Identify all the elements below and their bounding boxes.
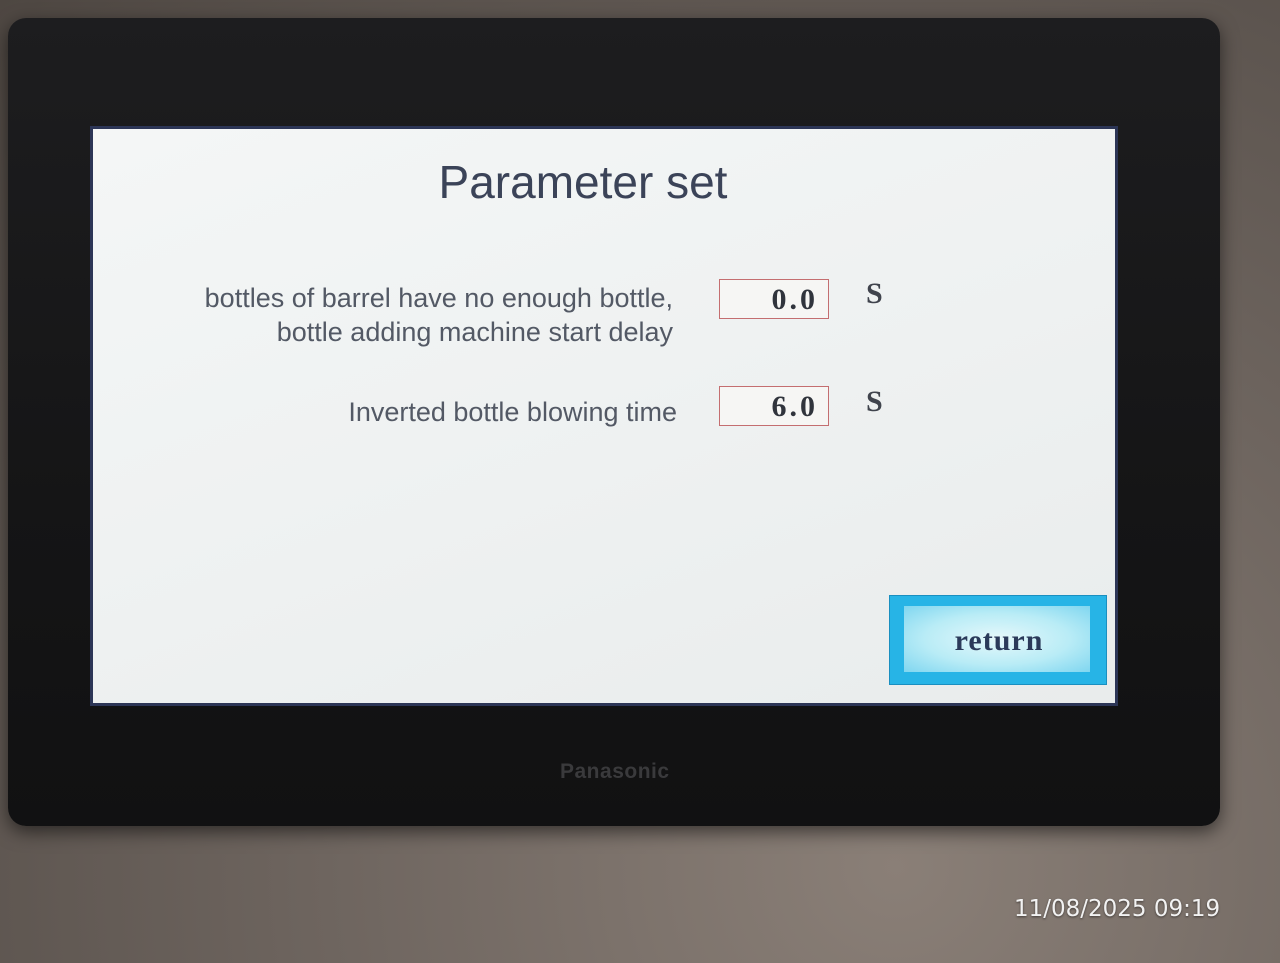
start-delay-input[interactable]: 0.0 [719,279,829,319]
photo-timestamp: 11/08/2025 09:19 [1014,896,1221,922]
hmi-screen: Parameter set bottles of barrel have no … [90,126,1118,706]
start-delay-label-line2: bottle adding machine start delay [276,317,673,347]
return-button-label: return [954,624,1044,657]
page-title: Parameter set [438,156,728,208]
return-button[interactable]: return [889,595,1107,685]
start-delay-label-line1: bottles of barrel have no enough bottle, [204,283,673,313]
brand-logo: Panasonic [560,760,670,783]
blowing-time-unit: S [866,385,883,418]
blowing-time-input[interactable]: 6.0 [719,386,829,426]
start-delay-unit: S [866,277,883,310]
blowing-time-label: Inverted bottle blowing time [348,397,677,427]
start-delay-label: bottles of barrel have no enough bottle,… [99,281,673,349]
